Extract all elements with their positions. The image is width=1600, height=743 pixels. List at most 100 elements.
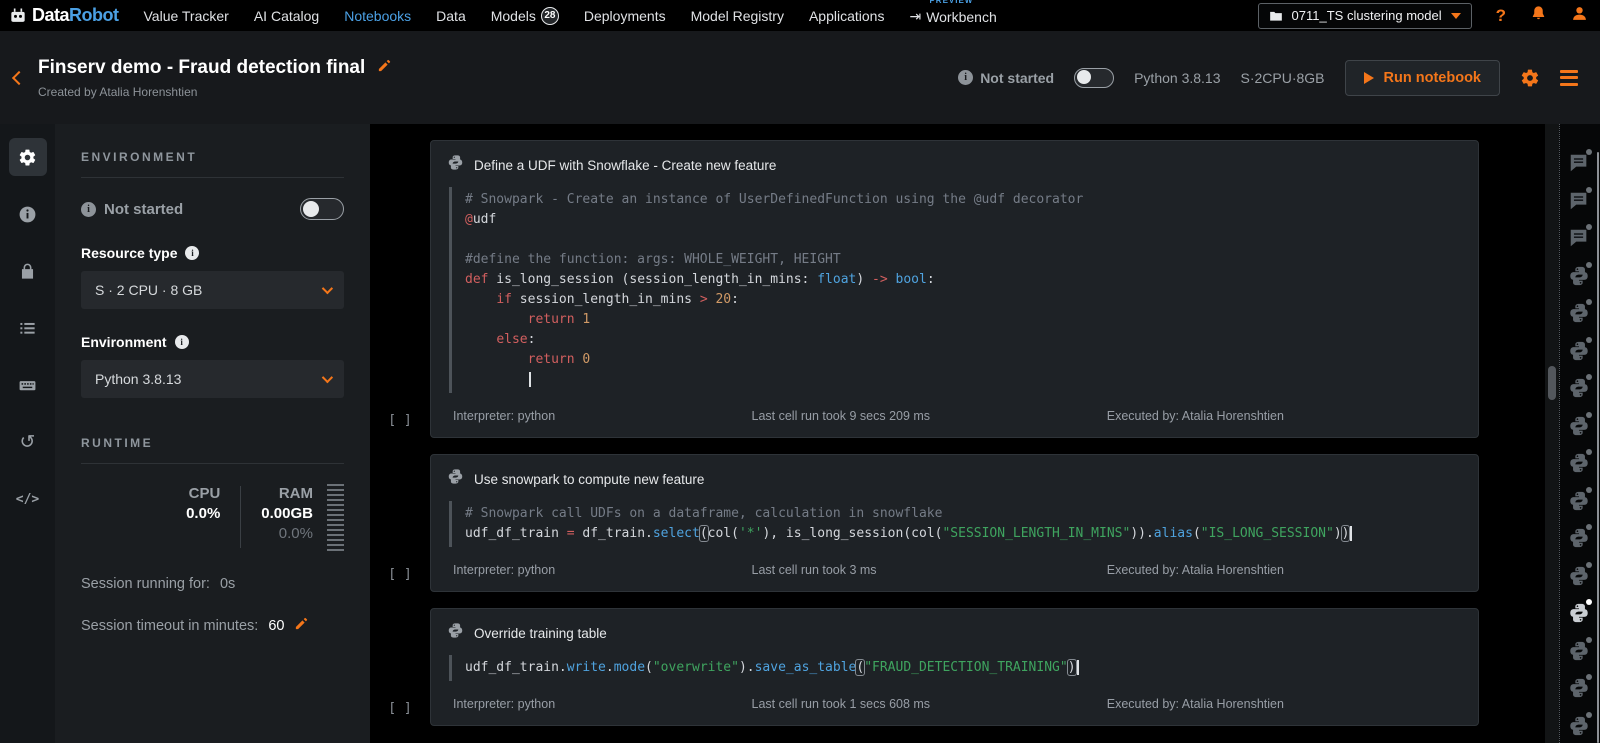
ram-percent: 0.0%: [278, 525, 313, 542]
page-title: Finserv demo - Fraud detection final: [38, 56, 366, 78]
comment-cell-icon[interactable]: [1568, 224, 1592, 249]
notebook-cell[interactable]: Use snowpark to compute new feature # Sn…: [430, 454, 1479, 592]
cell-executed-by: Executed by: Atalia Horenshtien: [1106, 563, 1284, 577]
nav-notebooks[interactable]: Notebooks: [344, 8, 411, 24]
nav-ai-catalog[interactable]: AI Catalog: [254, 8, 319, 24]
comment-cell-icon[interactable]: [1568, 149, 1592, 174]
python-cell-icon[interactable]: [1568, 599, 1592, 624]
project-name: 0711_TS clustering model: [1291, 8, 1442, 23]
cell-executed-by: Executed by: Atalia Horenshtien: [1106, 409, 1284, 423]
notifications-bell-icon[interactable]: [1530, 5, 1547, 27]
code-editor[interactable]: # Snowpark call UDFs on a dataframe, cal…: [449, 501, 1462, 547]
python-cell-icon[interactable]: [1568, 374, 1592, 399]
rail-keyboard-icon[interactable]: [9, 366, 47, 404]
chevron-down-icon: [321, 371, 334, 384]
environment-panel: ENVIRONMENT i Not started Resource type i…: [55, 124, 370, 743]
rail-list-icon[interactable]: [9, 309, 47, 347]
resource-summary: S·2CPU·8GB: [1240, 69, 1325, 86]
datarobot-logo[interactable]: DataRobot: [8, 5, 119, 26]
vertical-scrollbar[interactable]: [1545, 124, 1559, 743]
python-version: Python 3.8.13: [1134, 69, 1221, 86]
notebook-cell-row: [ ] Use snowpark to compute new feature …: [370, 454, 1479, 592]
edit-timeout-pencil-icon[interactable]: [294, 616, 309, 635]
menu-hamburger-icon[interactable]: [1560, 69, 1578, 86]
edit-title-pencil-icon[interactable]: [377, 58, 392, 78]
python-cell-icon[interactable]: [1568, 299, 1592, 324]
environment-dropdown[interactable]: Python 3.8.13: [81, 360, 344, 398]
cell-interpreter: Interpreter: python: [453, 697, 556, 711]
comment-cell-icon[interactable]: [1568, 186, 1592, 212]
execution-count: [ ]: [388, 701, 412, 716]
notebook-header: Finserv demo - Fraud detection final Cre…: [0, 31, 1600, 124]
python-cell-icon[interactable]: [1568, 711, 1592, 737]
rail-code-icon[interactable]: </>: [9, 480, 47, 518]
cell-title: Use snowpark to compute new feature: [474, 471, 705, 487]
nav-deployments[interactable]: Deployments: [584, 8, 666, 24]
python-cell-icon[interactable]: [1568, 449, 1592, 474]
created-by-text: Created by Atalia Horenshtien: [38, 84, 198, 99]
code-editor[interactable]: # Snowpark - Create an instance of UserD…: [449, 187, 1462, 393]
nav-data[interactable]: Data: [436, 8, 466, 24]
session-timeout-value: 60: [268, 617, 285, 634]
notebook-cell[interactable]: Override training table udf_df_train.wri…: [430, 608, 1479, 726]
execution-count: [ ]: [388, 413, 412, 428]
back-arrow-icon[interactable]: [11, 70, 27, 85]
python-cell-icon[interactable]: [1568, 411, 1592, 437]
code-editor[interactable]: udf_df_train.write.mode("overwrite").sav…: [449, 655, 1462, 681]
toggle-knob: [303, 200, 319, 217]
session-toggle[interactable]: [1074, 67, 1115, 88]
cell-interpreter: Interpreter: python: [453, 409, 556, 423]
environment-heading: ENVIRONMENT: [81, 150, 198, 164]
arrow-into-bracket-icon: ⇥: [909, 8, 922, 24]
resource-gauge: CPU 0.0% RAM 0.00GB 0.0%: [81, 484, 344, 552]
notebook-cell[interactable]: Define a UDF with Snowflake - Create new…: [430, 140, 1479, 438]
rail-info-icon[interactable]: [9, 195, 47, 233]
nav-models[interactable]: Models 28: [491, 6, 559, 25]
panel-session-toggle[interactable]: [300, 198, 344, 220]
nav-model-registry[interactable]: Model Registry: [691, 8, 784, 24]
python-cell-icon[interactable]: [1568, 486, 1592, 512]
chevron-down-icon: [321, 282, 334, 295]
help-icon[interactable]: ?: [1496, 6, 1506, 26]
notebook-canvas: [ ] Define a UDF with Snowflake - Create…: [370, 124, 1545, 743]
python-cell-icon[interactable]: [1568, 561, 1592, 587]
python-cell-icon[interactable]: [1568, 636, 1592, 662]
cell-title: Define a UDF with Snowflake - Create new…: [474, 157, 777, 173]
python-cell-icon[interactable]: [1568, 261, 1592, 287]
rail-lock-icon[interactable]: [9, 252, 47, 290]
nav-applications[interactable]: Applications: [809, 8, 885, 24]
cell-outline-minimap: [1559, 124, 1600, 743]
python-cell-icon[interactable]: [1568, 524, 1592, 549]
execution-count: [ ]: [388, 567, 412, 582]
nav-value-tracker[interactable]: Value Tracker: [144, 8, 229, 24]
python-cell-icon[interactable]: [1568, 336, 1592, 362]
info-icon[interactable]: i: [174, 335, 189, 349]
rail-history-icon[interactable]: ↺: [9, 423, 47, 461]
scrollbar-thumb[interactable]: [1548, 366, 1556, 400]
ram-value: 0.00GB: [261, 505, 313, 522]
resource-type-dropdown[interactable]: S · 2 CPU · 8 GB: [81, 271, 344, 309]
cell-executed-by: Executed by: Atalia Horenshtien: [1106, 697, 1284, 711]
info-icon[interactable]: i: [185, 246, 200, 260]
logo-text-robot: Robot: [69, 5, 119, 25]
run-notebook-button[interactable]: Run notebook: [1344, 59, 1500, 96]
notebook-cell-row: [ ] Define a UDF with Snowflake - Create…: [370, 140, 1479, 438]
settings-gear-icon[interactable]: [1520, 68, 1540, 88]
notebook-cell-row: [ ] Override training table udf_df_train…: [370, 608, 1479, 726]
python-icon: [447, 622, 464, 644]
cell-last-run: Last cell run took 3 ms: [751, 563, 877, 577]
nav-workbench[interactable]: PREVIEW ⇥ Workbench: [909, 0, 996, 25]
top-nav: DataRobot Value Tracker AI Catalog Noteb…: [0, 0, 1600, 31]
project-selector[interactable]: 0711_TS clustering model: [1257, 2, 1472, 29]
cpu-value: 0.0%: [186, 505, 221, 522]
user-profile-icon[interactable]: [1571, 5, 1588, 27]
minimap-edge: [1597, 152, 1599, 743]
logo-text-data: Data: [32, 5, 70, 25]
rail-settings-gear-icon[interactable]: [8, 138, 47, 176]
cell-title: Override training table: [474, 625, 607, 641]
environment-label: Environment: [81, 334, 167, 350]
info-icon[interactable]: i: [81, 201, 96, 217]
robot-icon: [11, 8, 25, 22]
python-cell-icon[interactable]: [1568, 674, 1592, 699]
info-icon[interactable]: i: [958, 70, 974, 85]
